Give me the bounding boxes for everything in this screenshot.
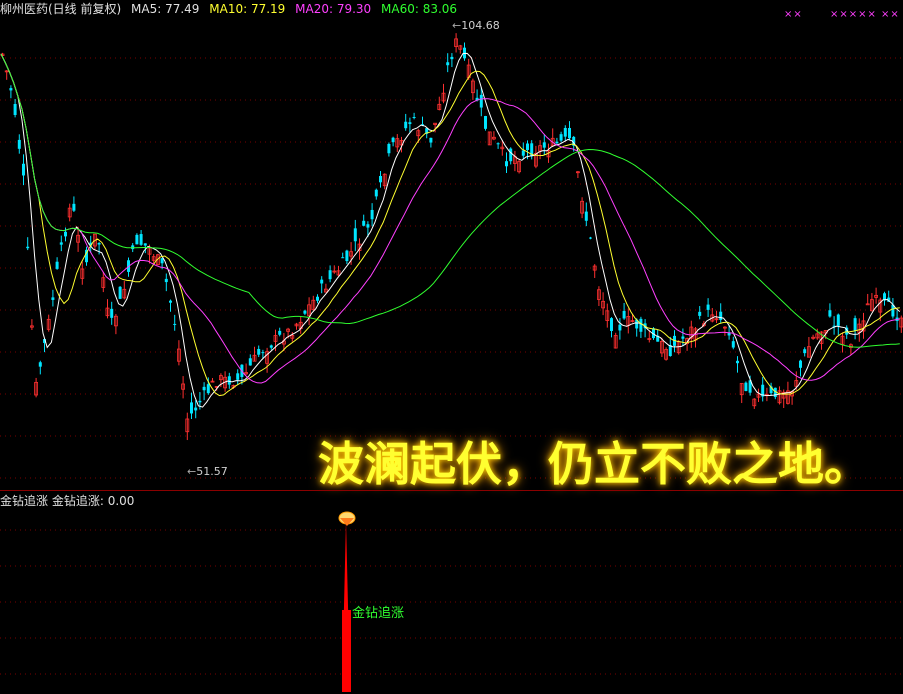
stock-chart-canvas[interactable] <box>0 0 903 694</box>
chart-header: 柳州医药(日线 前复权) MA5: 77.49 MA10: 77.19 MA20… <box>0 0 903 18</box>
ma10-value: MA10: 77.19 <box>209 2 286 16</box>
panel-divider <box>0 490 903 491</box>
indicator-grid <box>0 529 903 675</box>
signal-marks-2: ××××× <box>830 9 877 20</box>
high-price-annotation: ←104.68 <box>452 19 500 32</box>
signal-marks-1: ×× <box>784 9 803 20</box>
low-price-annotation: ←51.57 <box>187 465 228 478</box>
stock-title: 柳州医药(日线 前复权) <box>0 2 122 16</box>
price-grid <box>0 57 903 479</box>
candlestick-series <box>0 33 903 441</box>
moving-average-lines <box>0 52 901 408</box>
ma5-value: MA5: 77.49 <box>131 2 200 16</box>
signal-label: 金钻追涨 <box>352 606 405 621</box>
signal-marks-3: ×× <box>881 9 900 20</box>
ma20-value: MA20: 79.30 <box>295 2 372 16</box>
indicator-value: 金钻追涨: 0.00 <box>51 494 135 508</box>
indicator-name: 金钻追涨 <box>0 494 49 508</box>
indicator-header: 金钻追涨 金钻追涨: 0.00 <box>0 493 134 509</box>
slogan-overlay: 波澜起伏，仍立不败之地。 <box>318 437 870 491</box>
ma60-value: MA60: 83.06 <box>381 2 458 16</box>
